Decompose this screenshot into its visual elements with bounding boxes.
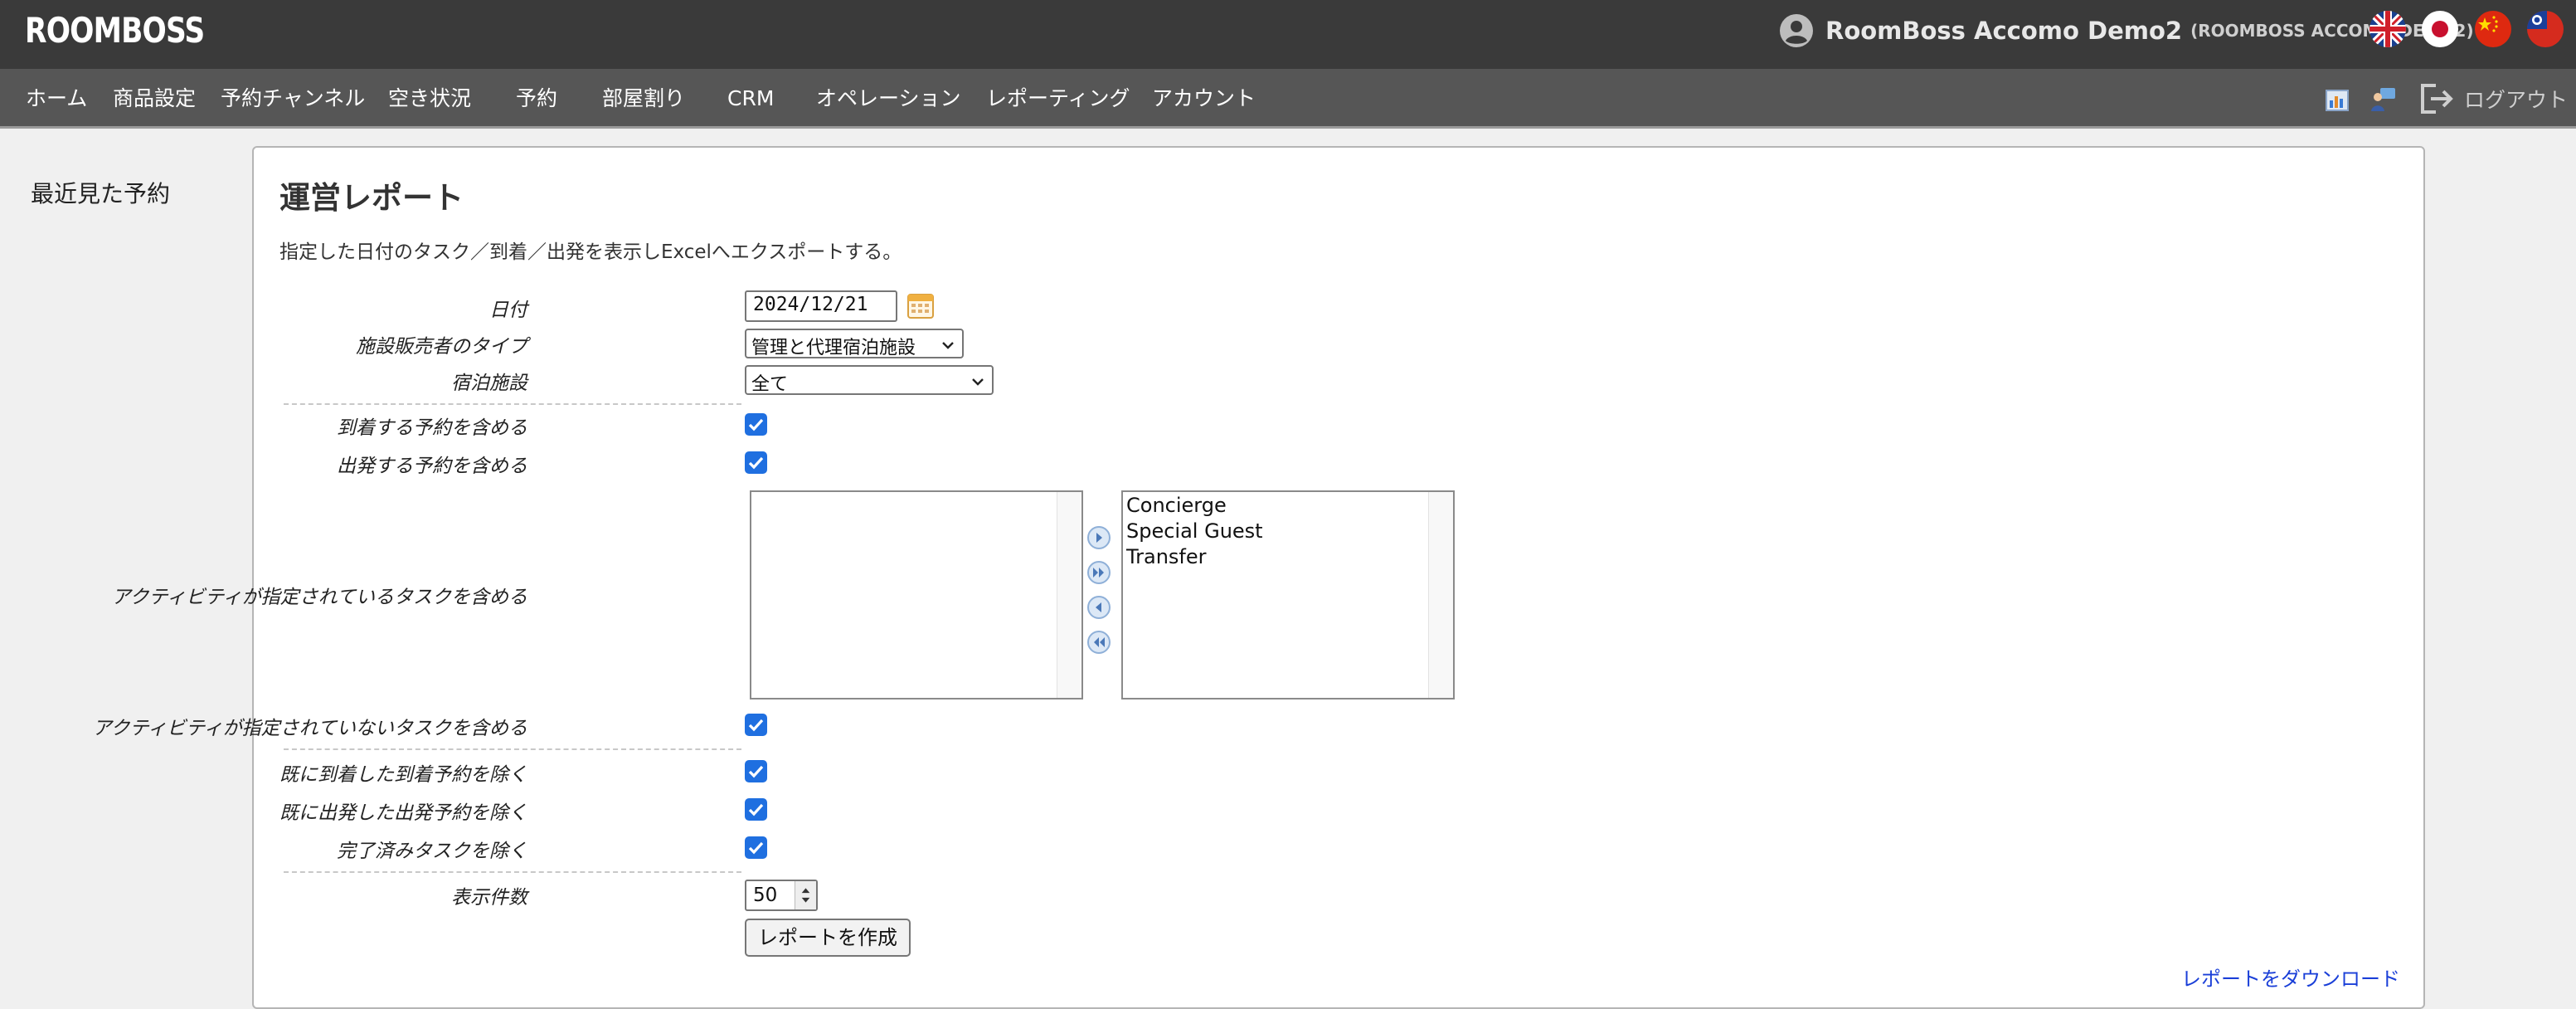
logout-icon	[2421, 84, 2453, 114]
check-icon	[748, 418, 764, 431]
rows-label: 表示件数	[451, 887, 527, 909]
nav-crm[interactable]: CRM	[727, 69, 774, 129]
move-all-left-icon[interactable]	[1086, 630, 1111, 655]
page-title: 運営レポート	[279, 180, 464, 216]
separator	[284, 403, 741, 405]
logout-button[interactable]: ログアウト	[2418, 69, 2568, 129]
chevron-down-icon	[972, 378, 984, 386]
include-departures-checkbox[interactable]	[745, 451, 767, 474]
account-name: RoomBoss Accomo Demo2	[1825, 17, 2183, 45]
rows-value: 50	[753, 885, 778, 906]
china-flag-icon[interactable]	[2475, 11, 2511, 47]
nav-bookings[interactable]: 予約	[516, 69, 557, 129]
user-icon	[1780, 14, 1813, 47]
separator	[284, 748, 741, 750]
nav-booking-channels[interactable]: 予約チャンネル	[221, 69, 365, 129]
exclude-departed-checkbox[interactable]	[745, 798, 767, 821]
check-icon	[748, 803, 764, 816]
scrollbar[interactable]	[1428, 492, 1453, 698]
include-departures-label: 出発する予約を含める	[337, 456, 527, 477]
list-item[interactable]: Special Guest	[1123, 519, 1263, 544]
move-left-icon[interactable]	[1086, 595, 1111, 620]
date-label: 日付	[489, 300, 527, 321]
exclude-departed-label: 既に出発した出発予約を除く	[279, 802, 527, 824]
vendor-type-label: 施設販売者のタイプ	[356, 336, 527, 358]
nav-home[interactable]: ホーム	[26, 69, 87, 129]
nav-availability[interactable]: 空き状況	[388, 69, 471, 129]
check-icon	[748, 719, 764, 732]
vendor-type-select[interactable]: 管理と代理宿泊施設	[745, 329, 964, 358]
nav-room-allocation[interactable]: 部屋割り	[602, 69, 685, 129]
main-nav: ホーム 商品設定 予約チャンネル 空き状況 予約 部屋割り CRM オペレーショ…	[0, 69, 2576, 129]
logout-label: ログアウト	[2464, 88, 2569, 112]
date-input[interactable]: 2024/12/21	[745, 290, 897, 322]
taiwan-flag-icon[interactable]	[2527, 11, 2564, 47]
no-activity-tasks-label: アクティビティが指定されていないタスクを含める	[92, 718, 527, 739]
check-icon	[748, 841, 764, 855]
support-chat-icon[interactable]	[2369, 85, 2397, 114]
japan-flag-icon[interactable]	[2422, 11, 2458, 47]
top-bar: ROOMBOSS RoomBoss Accomo Demo2 (ROOMBOSS…	[0, 0, 2576, 69]
rows-stepper[interactable]: 50	[745, 880, 818, 911]
roomboss-logo[interactable]: ROOMBOSS	[25, 10, 205, 51]
list-item[interactable]: Transfer	[1123, 544, 1263, 570]
exclude-arrived-checkbox[interactable]	[745, 760, 767, 782]
report-tool-icon[interactable]	[2324, 85, 2352, 114]
separator	[284, 871, 741, 873]
vendor-type-value: 管理と代理宿泊施設	[751, 338, 916, 358]
list-item[interactable]: Concierge	[1123, 493, 1263, 519]
chevron-down-icon	[942, 342, 954, 349]
include-arrivals-checkbox[interactable]	[745, 413, 767, 436]
uk-flag-icon[interactable]	[2369, 11, 2406, 47]
download-report-link[interactable]: レポートをダウンロード	[2181, 963, 2400, 992]
exclude-completed-checkbox[interactable]	[745, 836, 767, 859]
include-arrivals-label: 到着する予約を含める	[337, 417, 527, 439]
move-right-icon[interactable]	[1086, 525, 1111, 550]
calendar-icon[interactable]	[906, 290, 936, 320]
nav-account[interactable]: アカウント	[1152, 69, 1256, 129]
no-activity-tasks-checkbox[interactable]	[745, 714, 767, 736]
page-description: 指定した日付のタスク／到着／出発を表示しExcelへエクスポートする。	[279, 241, 902, 263]
operations-report-panel: 運営レポート 指定した日付のタスク／到着／出発を表示しExcelへエクスポートす…	[93, 146, 2425, 1009]
selected-activities-list[interactable]	[750, 490, 1083, 699]
create-report-button[interactable]: レポートを作成	[745, 919, 911, 957]
nav-product-settings[interactable]: 商品設定	[113, 69, 196, 129]
available-activities-list[interactable]: Concierge Special Guest Transfer	[1121, 490, 1455, 699]
check-icon	[748, 765, 764, 778]
exclude-arrived-label: 既に到着した到着予約を除く	[279, 764, 527, 786]
recent-bookings-title: 最近見た予約	[31, 180, 171, 207]
check-icon	[748, 456, 764, 470]
property-value: 全て	[751, 374, 789, 395]
scrollbar[interactable]	[1057, 492, 1081, 698]
property-select[interactable]: 全て	[745, 365, 994, 395]
stepper-arrows-icon[interactable]	[795, 881, 816, 909]
move-all-right-icon[interactable]	[1086, 560, 1111, 585]
property-label: 宿泊施設	[451, 373, 527, 394]
nav-operations[interactable]: オペレーション	[816, 69, 961, 129]
activity-tasks-label: アクティビティが指定されているタスクを含める	[111, 587, 527, 608]
nav-reporting[interactable]: レポーティング	[986, 69, 1130, 129]
exclude-completed-label: 完了済みタスクを除く	[337, 841, 527, 862]
